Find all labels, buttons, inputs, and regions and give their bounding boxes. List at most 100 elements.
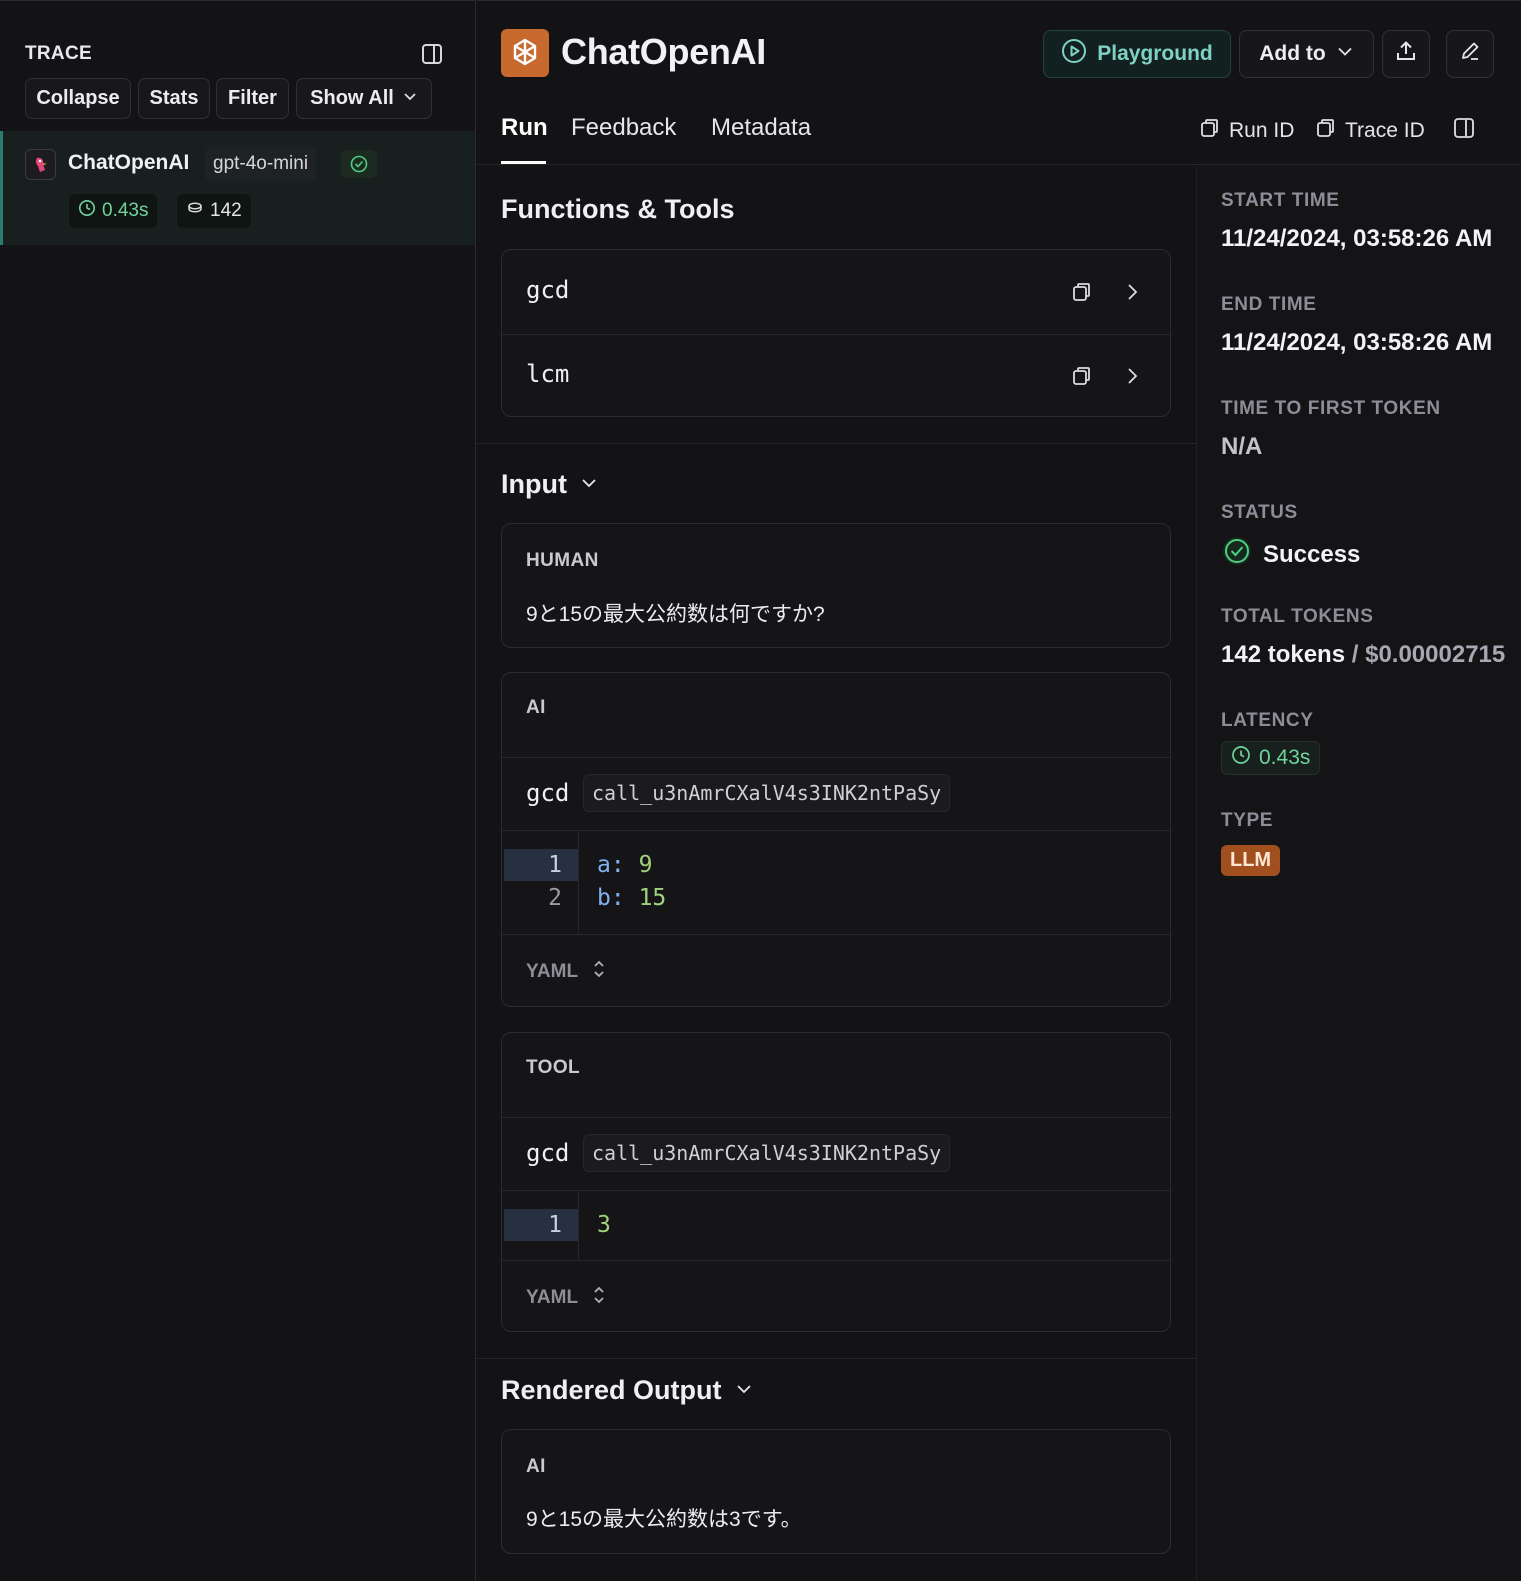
tab-metadata[interactable]: Metadata — [711, 114, 811, 142]
rendered-output-toggle[interactable]: Rendered Output — [501, 1375, 754, 1406]
code-line[interactable]: b: 15 — [597, 882, 666, 914]
tab-run[interactable]: Run — [501, 114, 548, 142]
divider — [502, 1190, 1170, 1191]
copy-icon — [1199, 117, 1221, 145]
latency-badge: 0.43s — [1221, 741, 1321, 775]
latency-label: LATENCY — [1221, 710, 1314, 731]
start-time-value: 11/24/2024, 03:58:26 AM — [1221, 225, 1493, 252]
ttft-value: N/A — [1221, 433, 1263, 460]
pencil-icon — [1458, 39, 1482, 69]
divider — [502, 934, 1170, 935]
line-number: 1 — [504, 1209, 578, 1241]
token-badge: 142 — [177, 194, 251, 228]
play-circle-icon — [1061, 38, 1087, 70]
divider — [502, 830, 1170, 831]
check-circle-icon — [341, 150, 377, 178]
message-text: 9と15の最大公約数は何ですか? — [526, 603, 825, 626]
trace-title: TRACE — [25, 43, 92, 64]
total-tokens-label: TOTAL TOKENS — [1221, 606, 1374, 627]
section-divider — [477, 1358, 1196, 1359]
check-circle-icon — [1221, 535, 1253, 574]
active-tab-indicator — [501, 161, 546, 164]
add-to-dropdown[interactable]: Add to — [1239, 30, 1374, 78]
type-label: TYPE — [1221, 810, 1274, 831]
divider — [502, 1117, 1170, 1118]
function-name: gcd — [526, 276, 570, 304]
section-divider — [477, 443, 1196, 444]
function-name: lcm — [526, 360, 570, 388]
chevrons-up-down-icon — [592, 1284, 606, 1312]
function-item-gcd[interactable]: gcd — [502, 250, 1170, 334]
line-number: 1 — [504, 849, 578, 881]
copy-icon[interactable] — [1070, 280, 1094, 304]
copy-icon — [1315, 117, 1337, 145]
edit-button[interactable] — [1446, 30, 1494, 78]
filter-button[interactable]: Filter — [216, 78, 289, 119]
model-badge: gpt-4o-mini — [205, 147, 317, 181]
line-number: 2 — [548, 885, 562, 911]
stats-button[interactable]: Stats — [138, 78, 210, 119]
chevrons-up-down-icon — [592, 958, 606, 986]
playground-button[interactable]: Playground — [1043, 30, 1231, 78]
tool-message: TOOL gcd call_u3nAmrCXalV4s3INK2ntPaSy 1… — [501, 1032, 1171, 1332]
message-role: HUMAN — [526, 550, 599, 571]
clock-icon — [1231, 745, 1251, 771]
function-item-lcm[interactable]: lcm — [502, 334, 1170, 416]
trace-panel: TRACE Collapse Stats Filter Show All Cha… — [0, 0, 476, 1581]
panel-toggle-icon[interactable] — [421, 43, 443, 65]
tool-call-id: call_u3nAmrCXalV4s3INK2ntPaSy — [583, 774, 951, 812]
clock-icon — [78, 199, 96, 223]
message-role: TOOL — [526, 1057, 581, 1078]
input-section-toggle[interactable]: Input — [501, 469, 599, 500]
chevron-down-icon — [579, 469, 599, 500]
copy-trace-id-button[interactable]: Trace ID — [1315, 117, 1425, 145]
openai-logo-icon — [501, 29, 549, 77]
share-upload-button[interactable] — [1382, 30, 1430, 78]
trace-run-item[interactable]: ChatOpenAI gpt-4o-mini 0.43s 142 — [0, 131, 475, 245]
panel-right-icon — [1453, 117, 1475, 145]
run-name: ChatOpenAI — [68, 151, 190, 174]
code-line[interactable]: 3 — [597, 1209, 611, 1241]
tab-feedback[interactable]: Feedback — [571, 114, 676, 142]
code-line[interactable]: a: 9 — [597, 849, 652, 881]
output-ai-message: AI 9と15の最大公約数は3です。 — [501, 1429, 1171, 1554]
chevron-down-icon — [734, 1375, 754, 1406]
format-selector[interactable]: YAML — [526, 1284, 606, 1312]
divider — [502, 757, 1170, 758]
latency-badge: 0.43s — [69, 194, 158, 228]
copy-run-id-button[interactable]: Run ID — [1199, 117, 1294, 145]
chevron-right-icon[interactable] — [1120, 364, 1144, 388]
chevron-down-icon — [1336, 42, 1354, 66]
end-time-value: 11/24/2024, 03:58:26 AM — [1221, 329, 1493, 356]
copy-icon[interactable] — [1070, 364, 1094, 388]
start-time-label: START TIME — [1221, 190, 1340, 211]
run-metadata-panel: START TIME 11/24/2024, 03:58:26 AM END T… — [1196, 166, 1521, 1581]
message-role: AI — [526, 697, 546, 718]
status-label: STATUS — [1221, 502, 1298, 523]
human-message: HUMAN 9と15の最大公約数は何ですか? — [501, 523, 1171, 648]
tool-call-name: gcd — [526, 1139, 570, 1167]
ttft-label: TIME TO FIRST TOKEN — [1221, 398, 1441, 419]
ai-message: AI gcd call_u3nAmrCXalV4s3INK2ntPaSy 1 2… — [501, 672, 1171, 1007]
upload-icon — [1394, 39, 1418, 69]
end-time-label: END TIME — [1221, 294, 1317, 315]
run-type-badge: LLM — [1221, 845, 1281, 876]
show-all-dropdown[interactable]: Show All — [296, 78, 432, 119]
format-selector[interactable]: YAML — [526, 958, 606, 986]
page-title: ChatOpenAI — [561, 31, 767, 72]
divider — [502, 1260, 1170, 1261]
toggle-details-panel-button[interactable] — [1453, 117, 1475, 145]
chevron-down-icon — [402, 87, 418, 110]
collapse-button[interactable]: Collapse — [25, 78, 131, 119]
message-text: 9と15の最大公約数は3です。 — [526, 1508, 802, 1531]
parrot-icon — [25, 149, 56, 180]
run-details: Functions & Tools gcd lcm Input HUMAN 9と… — [477, 166, 1196, 1581]
functions-tools-title: Functions & Tools — [501, 194, 735, 224]
message-role: AI — [526, 1456, 546, 1477]
total-tokens-value: 142 tokens / $0.00002715 — [1221, 641, 1506, 668]
tool-call-id: call_u3nAmrCXalV4s3INK2ntPaSy — [583, 1134, 951, 1172]
tool-call-name: gcd — [526, 779, 570, 807]
chevron-right-icon[interactable] — [1120, 280, 1144, 304]
run-header: ChatOpenAI Playground Add to Run Feedbac… — [477, 0, 1521, 165]
status-value: Success — [1221, 535, 1360, 574]
